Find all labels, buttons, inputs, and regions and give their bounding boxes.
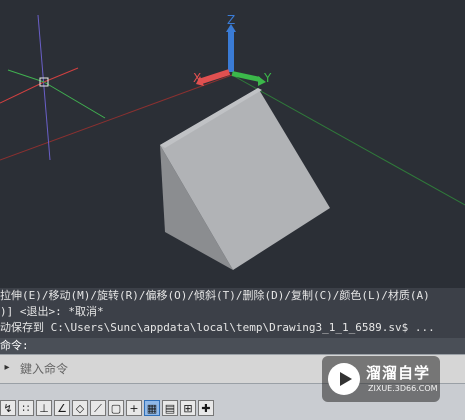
ucs-y-axis: [231, 71, 261, 82]
watermark-logo: 溜溜自学 ZIXUE.3D66.COM: [322, 356, 440, 402]
drawing-viewport[interactable]: Z X Y: [0, 0, 465, 288]
watermark-url: ZIXUE.3D66.COM: [368, 384, 438, 393]
selection-cycling-icon[interactable]: ▤: [162, 400, 178, 416]
ortho-mode-icon[interactable]: ⊥: [36, 400, 52, 416]
dynamic-ucs-icon[interactable]: ✚: [198, 400, 214, 416]
command-history-line: )] <退出>: *取消*: [0, 305, 104, 318]
command-input[interactable]: [18, 359, 322, 379]
polar-tracking-icon[interactable]: ∠: [54, 400, 70, 416]
isodraft-icon[interactable]: ◇: [72, 400, 88, 416]
command-history: 拉伸(E)/移动(M)/旋转(R)/偏移(O)/倾斜(T)/删除(D)/复制(C…: [0, 288, 465, 338]
command-history-line: 动保存到 C:\Users\Sunc\appdata\local\temp\Dr…: [0, 321, 435, 334]
lineweight-icon[interactable]: +: [126, 400, 142, 416]
watermark-title: 溜溜自学: [366, 364, 431, 382]
ucs-y-label: Y: [263, 71, 272, 85]
grid-display-icon[interactable]: ∷: [18, 400, 34, 416]
object-snap-tracking-icon[interactable]: ⟋: [90, 400, 106, 416]
snap-mode-icon[interactable]: ↯: [0, 400, 16, 416]
command-prompt-label: 命令:: [0, 339, 29, 352]
command-recent-dropdown-icon[interactable]: ▸: [0, 359, 14, 377]
viewport-canvas: Z X Y: [0, 13, 465, 270]
ucs-icon: [196, 24, 266, 86]
crosshair-cursor: [0, 14, 106, 161]
command-prompt: 命令:: [0, 338, 465, 354]
ucs-z-label: Z: [227, 13, 235, 27]
ucs-x-label: X: [193, 71, 201, 85]
command-history-line: 拉伸(E)/移动(M)/旋转(R)/偏移(O)/倾斜(T)/删除(D)/复制(C…: [0, 289, 430, 302]
object-snap-icon[interactable]: ▢: [108, 400, 124, 416]
status-bar-tools: ↯ ∷ ⊥ ∠ ◇ ⟋ ▢ + ▦ ▤ ⊞ ✚: [0, 400, 214, 418]
3d-osnap-icon[interactable]: ⊞: [180, 400, 196, 416]
play-logo-icon: [328, 363, 360, 395]
transparency-icon[interactable]: ▦: [144, 400, 160, 416]
ucs-z-axis: [228, 30, 234, 72]
